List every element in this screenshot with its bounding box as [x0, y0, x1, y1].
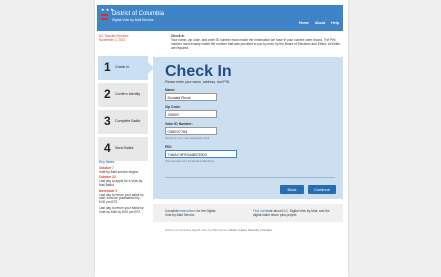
step-number: 2: [104, 87, 111, 101]
name-field[interactable]: Donald Rook: [165, 93, 217, 101]
zip-field[interactable]: 20009: [165, 110, 217, 118]
notice-date: November 2, 2010: [99, 38, 126, 42]
form-title: Check In: [165, 63, 232, 80]
page-container: ★★★ District of Columbia Digital Vote-by…: [95, 0, 348, 277]
key-date-text: Last day to return your ballot by Vote-b…: [99, 205, 144, 214]
site-brand[interactable]: District of Columbia Digital Vote-by-Mai…: [112, 11, 164, 22]
voter-id-field[interactable]: 038297764: [165, 127, 217, 135]
key-dates: Key Dates October 7 Vote-by-Mail service…: [99, 160, 145, 215]
flag-bar-icon: [101, 14, 108, 16]
continue-button[interactable]: Continue: [308, 185, 336, 194]
nav-about-link[interactable]: About: [315, 21, 325, 25]
site-subtitle: Digital Vote-by-Mail Service: [112, 18, 154, 22]
step-complete-ballot: 3 Complete Ballot: [98, 110, 148, 134]
check-in-form: Check In Please enter your name, address…: [153, 57, 343, 199]
pin-label: PIN:: [165, 145, 172, 149]
election-notice: DC Specific Election: November 2, 2010: [99, 34, 143, 42]
pin-field[interactable]: 748AC9FE0A8B7BD0: [165, 150, 237, 158]
voter-id-hint: (Found on your voter registration card): [165, 137, 210, 140]
form-divider: [165, 177, 335, 178]
step-check-in: 1 Check In: [98, 56, 154, 80]
step-label: Confirm Identity: [115, 92, 141, 96]
step-list: 1 Check In 2 Confirm Identity 3 Complete…: [98, 56, 154, 164]
footer-text: District of Columbia Digital Vote-by-Mai…: [165, 228, 229, 232]
footer-links[interactable]: About | Help | Security | Contact: [229, 228, 272, 232]
name-label: Name:: [165, 88, 176, 92]
step-label: Check In: [115, 65, 130, 69]
site-header: ★★★ District of Columbia Digital Vote-by…: [97, 5, 343, 31]
site-title: District of Columbia: [112, 11, 165, 17]
step-number: 1: [104, 60, 111, 74]
step-send-ballot: 4 Send Ballot: [98, 137, 148, 161]
nav-help-link[interactable]: Help: [331, 21, 339, 25]
key-dates-title: Key Dates: [99, 160, 115, 164]
key-date-text: Vote-by-Mail service begins.: [99, 169, 139, 174]
nav-home-link[interactable]: Home: [299, 21, 309, 25]
info-find-out: Find out more about D.C. Digital Vote-by…: [253, 209, 331, 217]
pin-hint: (See the letter from the Board of Electi…: [165, 160, 215, 163]
step-label: Send Ballot: [115, 146, 134, 150]
zip-label: Zip Code:: [165, 105, 181, 109]
step-label: Complete Ballot: [115, 119, 141, 123]
info-text: more about D.C. Digital Vote-by-Mail, an…: [253, 209, 330, 217]
form-instructions: Please enter your name, address, and PIN…: [165, 80, 231, 84]
voter-id-label: Voter ID Number:: [165, 122, 193, 126]
info-instructions: Complete instructions for the Digital Vo…: [165, 209, 223, 217]
back-button[interactable]: Back: [280, 185, 304, 194]
step-number: 3: [104, 114, 111, 128]
page-footer: District of Columbia Digital Vote-by-Mai…: [165, 228, 272, 232]
intro-text: Check In Your name, zip code, and voter …: [171, 34, 341, 50]
flag-bar-icon: [101, 18, 108, 20]
key-date-text: Last day to return your ballot by mail; …: [99, 192, 144, 205]
step-number: 4: [104, 141, 111, 155]
intro-body: Your name, zip code, and voter ID number…: [171, 38, 340, 50]
top-nav: Home About Help: [299, 21, 339, 25]
info-box: Complete instructions for the Digital Vo…: [153, 204, 343, 222]
key-date-text: Last day to apply for a Vote-by-Mail Bal…: [99, 179, 144, 187]
step-confirm-identity: 2 Confirm Identity: [98, 83, 148, 107]
